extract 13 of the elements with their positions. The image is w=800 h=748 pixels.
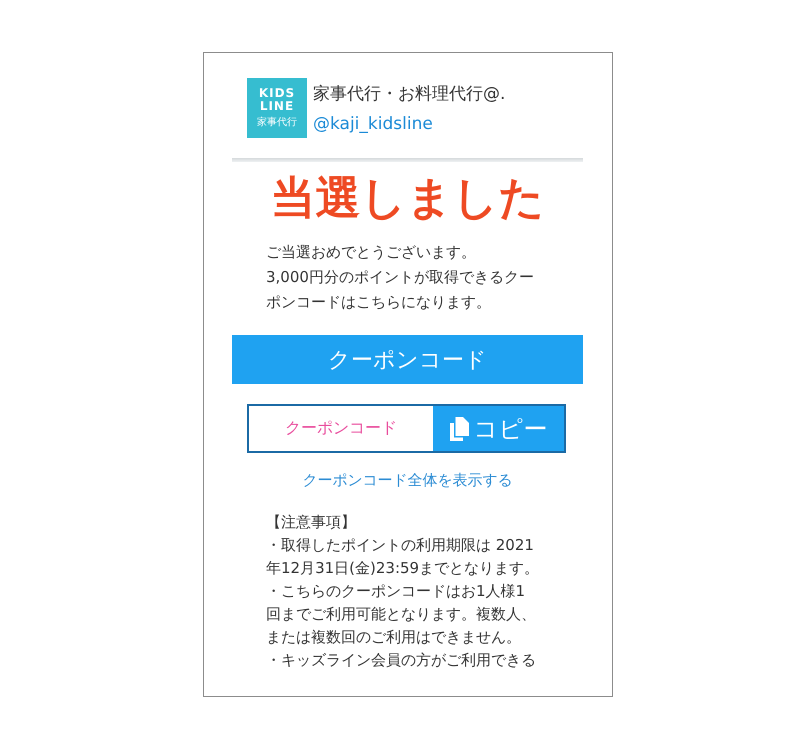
account-handle-link[interactable]: @kaji_kidsline [313, 112, 433, 136]
logo-text: 家事代行 [257, 116, 297, 130]
account-name: 家事代行・お料理代行@. [313, 83, 506, 106]
win-title: 当選しました [270, 172, 546, 224]
coupon-heading-bar: クーポンコード [232, 335, 583, 384]
logo-text: KIDS [258, 86, 296, 100]
notes-item: ・こちらのクーポンコードはお1人様1 回までご利用可能となります。複数人、 または複数回のご利用はできません。 [266, 581, 537, 648]
congrats-message: ご当選おめでとうございます。 3,000円分のポイントが取得できるクー ポンコードはこちらになります。 [265, 242, 535, 313]
notes-heading: 【注意事項】 [266, 512, 357, 533]
notes-item: ・キッズライン会員の方がご利用できる [266, 650, 537, 671]
show-full-code-link[interactable]: クーポンコード全体を表示する [302, 469, 512, 491]
notes-item: ・取得したポイントの利用期限は 2021 年12月31日(金)23:59までとなります。 [266, 535, 540, 579]
logo-text: LINE [260, 100, 294, 112]
